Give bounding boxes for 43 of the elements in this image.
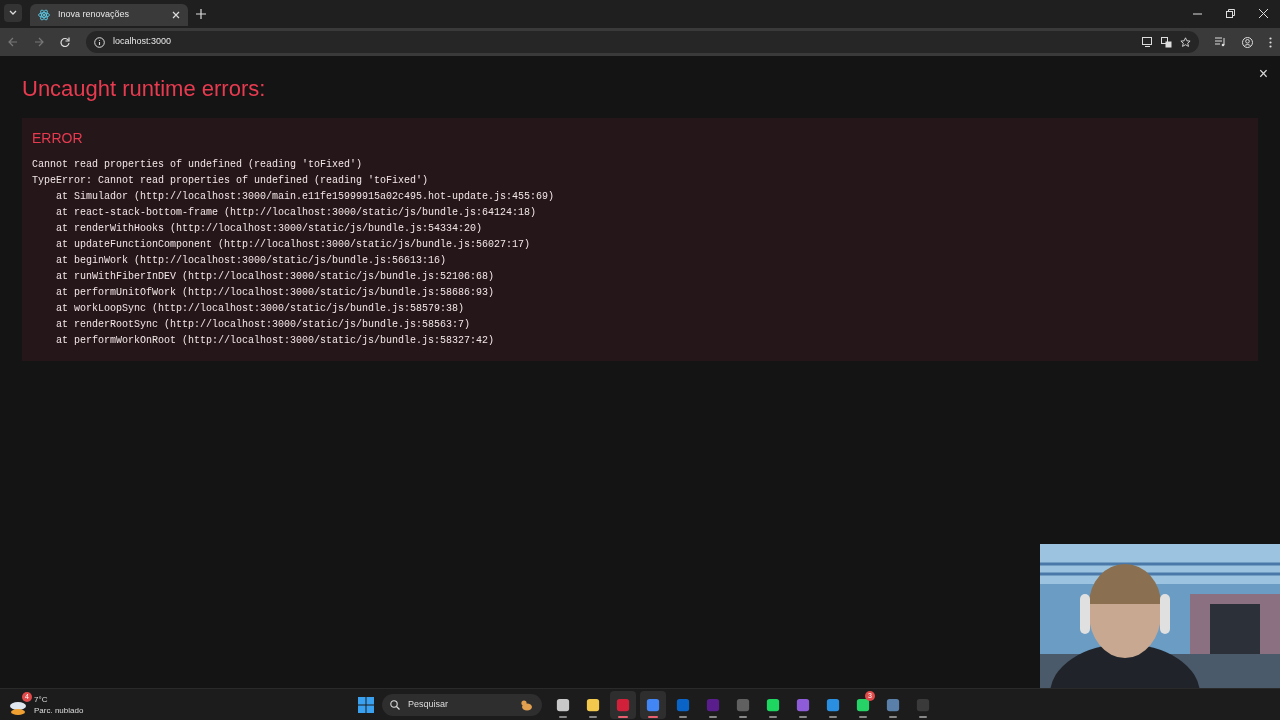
new-tab-icon[interactable]	[196, 9, 206, 19]
info-icon	[94, 36, 105, 48]
forward-icon[interactable]	[34, 37, 44, 47]
temperature-text: 7°C	[34, 693, 49, 705]
stack-trace-line: at performUnitOfWork (http://localhost:3000/static/js/bundle.js:58686:93)	[55, 286, 496, 301]
close-icon[interactable]	[1259, 8, 1268, 18]
close-button[interactable]: ×	[1254, 62, 1272, 86]
stack-trace-line: at beginWork (http://localhost:3000/static/js/bundle.js:56613:16)	[55, 254, 448, 269]
tab-title: Inova renovações	[58, 8, 131, 22]
address-bar[interactable]: localhost:3000	[86, 31, 1199, 53]
restore-icon[interactable]	[1226, 8, 1235, 18]
stack-trace-line: at performWorkOnRoot (http://localhost:3000/static/js/bundle.js:58327:42)	[55, 334, 496, 349]
start-icon[interactable]	[358, 696, 374, 713]
error-label: ERROR	[32, 129, 84, 149]
media-icon[interactable]	[1215, 37, 1226, 47]
stack-trace-line: at react-stack-bottom-frame (http://localhost:3000/static/js/bundle.js:64124:18)	[55, 206, 538, 221]
stack-trace-line: TypeError: Cannot read properties of undefined (reading 'toFixed')	[32, 174, 430, 189]
search-field[interactable]: Pesquisar	[382, 693, 542, 716]
url-text: localhost:3000	[113, 35, 173, 49]
back-icon[interactable]	[8, 37, 18, 47]
stack-trace-line: at renderWithHooks (http://localhost:3000/static/js/bundle.js:54334:20)	[55, 222, 484, 237]
stack-trace-line: at runWithFiberInDEV (http://localhost:3000/static/js/bundle.js:52106:68)	[55, 270, 496, 285]
error-title: Uncaught runtime errors:	[22, 76, 267, 103]
profile-icon[interactable]	[1242, 36, 1253, 48]
stack-trace-line: at renderRootSync (http://localhost:3000/static/js/bundle.js:58563:7)	[55, 318, 472, 333]
close-icon[interactable]	[172, 11, 180, 19]
taskbar-app[interactable]	[610, 690, 636, 719]
reload-icon[interactable]	[60, 37, 70, 47]
taskbar-app[interactable]	[640, 690, 666, 719]
atom-icon	[38, 9, 50, 21]
install-icon[interactable]	[1142, 37, 1153, 47]
weather-text: Parc. nublado	[34, 704, 84, 716]
star-icon[interactable]	[1180, 36, 1191, 48]
tab-list-button[interactable]	[4, 4, 22, 22]
error-message: Cannot read properties of undefined (reading 'toFixed')	[32, 158, 364, 173]
menu-icon[interactable]	[1269, 36, 1272, 48]
search-icon	[390, 699, 400, 710]
search-placeholder: Pesquisar	[408, 698, 449, 709]
stack-trace-line: at workLoopSync (http://localhost:3000/static/js/bundle.js:58579:38)	[55, 302, 466, 317]
browser-tab[interactable]: Inova renovações	[30, 4, 188, 26]
stack-trace-line: at Simulador (http://localhost:3000/main.e11fe15999915a02c495.hot-update.js:455:69)	[55, 190, 556, 205]
caret-icon	[9, 10, 17, 16]
stack-trace-line: at updateFunctionComponent (http://localhost:3000/static/js/bundle.js:56027:17)	[55, 238, 532, 253]
